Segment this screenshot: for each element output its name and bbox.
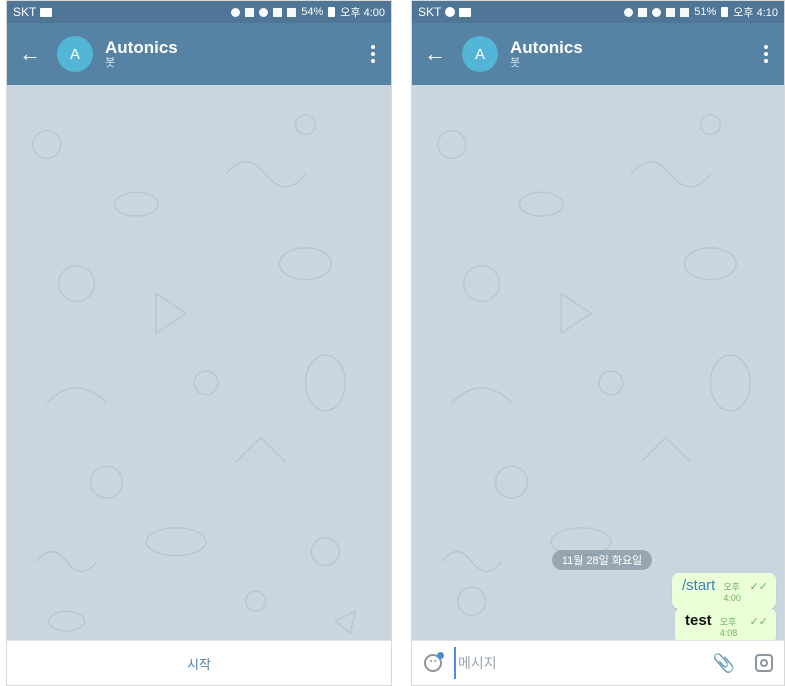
image-notification-icon — [459, 7, 472, 17]
chat-title: Autonics — [510, 38, 583, 57]
camera-button[interactable] — [744, 641, 784, 685]
status-time: 오후 4:00 — [340, 7, 385, 19]
status-bar: SKT 54% 오후 4:00 — [7, 1, 391, 23]
image-notification-icon — [40, 7, 53, 17]
chat-background-pattern — [32, 114, 357, 635]
chat-title-block[interactable]: Autonics 봇 — [105, 38, 178, 70]
chat-area — [7, 85, 391, 641]
double-check-icon: ✓✓ — [749, 581, 768, 593]
vibrate-icon — [245, 7, 255, 17]
message-text[interactable]: /start — [682, 577, 715, 594]
avatar[interactable]: A — [462, 36, 498, 72]
battery-icon — [721, 7, 729, 17]
start-button[interactable]: 시작 — [7, 640, 391, 685]
alarm-icon — [652, 7, 662, 17]
notification-icon — [445, 7, 456, 17]
attach-button[interactable]: 📎 — [704, 641, 744, 685]
battery-icon — [328, 7, 336, 17]
phone-right: SKT 51% 오후 4:10 ← A Autonics 봇 11월 28일 화… — [411, 0, 785, 686]
chat-header: ← A Autonics 봇 — [7, 23, 391, 85]
bluetooth-icon — [231, 7, 241, 17]
message-bubble[interactable]: /start 오후 4:00 ✓✓ — [672, 573, 776, 609]
vibrate-icon — [638, 7, 648, 17]
camera-icon — [755, 654, 773, 672]
emoji-button[interactable] — [412, 641, 454, 685]
message-bubble[interactable]: test 오후 4:08 ✓✓ — [675, 608, 776, 641]
chat-header: ← A Autonics 봇 — [412, 23, 784, 85]
phone-left: SKT 54% 오후 4:00 ← A Autonics 봇 시작 — [6, 0, 392, 686]
double-check-icon: ✓✓ — [749, 616, 768, 628]
more-vert-icon[interactable] — [748, 23, 784, 85]
chat-subtitle: 봇 — [510, 57, 521, 69]
notification-dot — [437, 652, 444, 659]
bluetooth-icon — [624, 7, 634, 17]
alarm-icon — [259, 7, 269, 17]
signal-icon — [287, 7, 297, 17]
wifi-icon — [273, 7, 283, 17]
message-input-bar: 📎 — [412, 640, 784, 685]
chat-subtitle: 봇 — [105, 57, 116, 69]
status-bar: SKT 51% 오후 4:10 — [412, 1, 784, 23]
chat-title-block[interactable]: Autonics 봇 — [510, 38, 583, 70]
wifi-icon — [666, 7, 676, 17]
message-input[interactable] — [454, 647, 704, 679]
arrow-left-icon: ← — [19, 41, 41, 66]
status-time: 오후 4:10 — [733, 7, 778, 19]
message-time: 오후 4:08 — [719, 617, 738, 638]
battery-percent: 54% — [301, 6, 324, 18]
date-separator: 11월 28일 화요일 — [552, 550, 652, 570]
arrow-left-icon: ← — [424, 41, 446, 66]
back-button[interactable]: ← — [412, 23, 458, 85]
battery-percent: 51% — [694, 6, 717, 18]
chat-area: 11월 28일 화요일 /start 오후 4:00 ✓✓ test 오후 4:… — [412, 85, 784, 641]
carrier-label: SKT — [13, 5, 37, 19]
chat-title: Autonics — [105, 38, 178, 57]
back-button[interactable]: ← — [7, 23, 53, 85]
signal-icon — [680, 7, 690, 17]
message-text: test — [685, 612, 712, 629]
carrier-label: SKT — [418, 5, 442, 19]
avatar[interactable]: A — [57, 36, 93, 72]
more-vert-icon[interactable] — [355, 23, 391, 85]
paperclip-icon: 📎 — [712, 652, 736, 673]
message-time: 오후 4:00 — [723, 582, 741, 603]
